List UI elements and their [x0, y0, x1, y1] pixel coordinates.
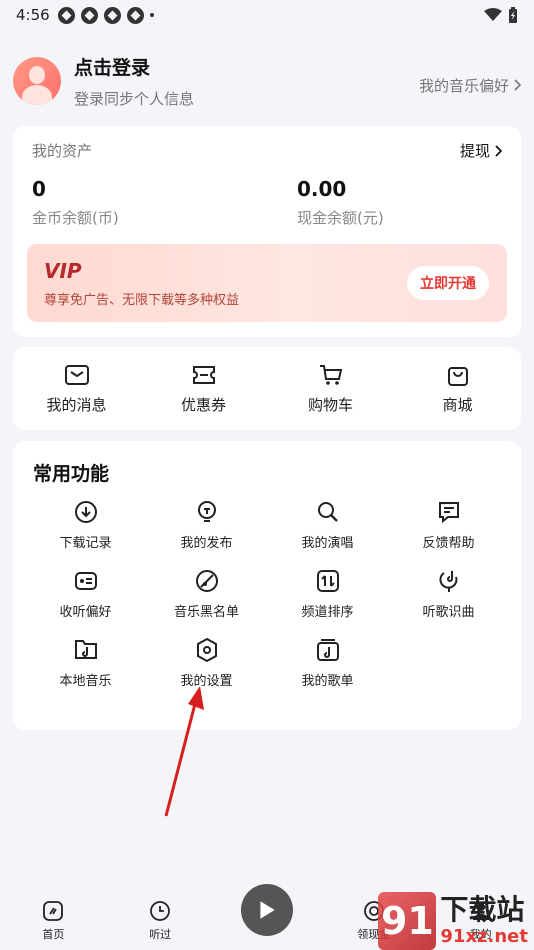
cash-value: 0.00 [297, 177, 347, 201]
open-vip-button[interactable]: 立即开通 [407, 266, 489, 300]
quick-item-label: 我的消息 [46, 396, 107, 414]
features-title: 常用功能 [33, 463, 110, 485]
chevron-right-icon [495, 144, 502, 157]
common-features-card: 常用功能 下载记录 我的发布 我的演唱 反馈帮助 收听偏好 音乐黑名单 频道排序 [13, 441, 521, 730]
withdraw-button[interactable]: 提现 [460, 140, 502, 161]
nav-label: 听过 [149, 928, 172, 941]
publish-icon [197, 501, 216, 522]
login-title[interactable]: 点击登录 [74, 53, 419, 80]
nav-play[interactable] [214, 884, 321, 942]
battery-icon [509, 7, 517, 23]
profile-header[interactable]: 点击登录 登录同步个人信息 我的音乐偏好 [0, 30, 534, 116]
quick-item-label: 商城 [442, 396, 473, 414]
local-music-icon [74, 640, 97, 659]
watermark-url: 91xz.net [440, 925, 528, 947]
settings-icon [196, 637, 217, 663]
nav-label: 首页 [42, 928, 65, 941]
history-icon [150, 901, 171, 921]
vip-subtitle: 尊享免广告、无限下载等多种权益 [44, 292, 240, 308]
login-subtitle: 登录同步个人信息 [74, 90, 195, 108]
coin-value: 0 [32, 177, 46, 201]
feature-feedback-help[interactable]: 反馈帮助 [388, 499, 509, 551]
coupon-icon [192, 366, 215, 384]
watermark-logo: 91 [378, 892, 437, 950]
feature-label: 频道排序 [301, 605, 354, 620]
cash-balance[interactable]: 0.00 现金余额(元) [237, 177, 502, 228]
playlist-icon [316, 639, 339, 661]
quick-item-label: 购物车 [307, 396, 353, 414]
app-notification-icon [57, 6, 75, 24]
feature-label: 听歌识曲 [422, 605, 475, 620]
cash-label: 现金余额(元) [297, 209, 384, 227]
feature-label: 我的演唱 [301, 536, 354, 551]
message-icon [64, 365, 89, 385]
quick-item-messages[interactable]: 我的消息 [13, 362, 140, 415]
avatar[interactable] [13, 57, 61, 105]
preference-icon [74, 572, 97, 590]
play-icon [260, 901, 275, 919]
blacklist-icon [195, 570, 218, 592]
quick-item-label: 优惠券 [180, 396, 226, 414]
withdraw-label: 提现 [459, 142, 490, 160]
app-notification-icon [103, 6, 121, 24]
feature-label: 收听偏好 [59, 605, 112, 620]
feature-music-blacklist[interactable]: 音乐黑名单 [146, 568, 267, 620]
nav-home[interactable]: 首页 [0, 900, 107, 942]
feedback-icon [438, 502, 459, 524]
assets-card: 我的资产 提现 0 金币余额(币) 0.00 现金余额(元) VIP 尊享免广告… [13, 126, 521, 337]
feature-my-publish[interactable]: 我的发布 [146, 499, 267, 551]
vip-title: VIP [44, 258, 82, 283]
feature-song-recognition[interactable]: 听歌识曲 [388, 568, 509, 620]
feature-my-singing[interactable]: 我的演唱 [267, 499, 388, 551]
app-notification-icon [126, 6, 144, 24]
music-preference-link[interactable]: 我的音乐偏好 [419, 75, 521, 96]
play-button[interactable] [240, 884, 293, 936]
feature-channel-sort[interactable]: 频道排序 [267, 568, 388, 620]
features-grid: 下载记录 我的发布 我的演唱 反馈帮助 收听偏好 音乐黑名单 频道排序 听歌识曲… [25, 499, 509, 689]
sort-icon [316, 570, 339, 592]
home-icon [43, 901, 64, 921]
status-time: 4:56 [16, 6, 50, 24]
feature-label: 本地音乐 [59, 674, 112, 689]
download-icon [74, 501, 97, 523]
coin-label: 金币余额(币) [32, 209, 119, 227]
shop-icon [447, 367, 468, 386]
feature-label: 我的发布 [180, 536, 233, 551]
nav-history[interactable]: 听过 [107, 900, 214, 942]
feature-listening-preference[interactable]: 收听偏好 [25, 568, 146, 620]
annotation-arrow [164, 686, 204, 817]
assets-label: 我的资产 [32, 142, 93, 160]
vip-banner[interactable]: VIP 尊享免广告、无限下载等多种权益 立即开通 [27, 244, 507, 322]
feature-local-music[interactable]: 本地音乐 [25, 637, 146, 689]
feature-label: 音乐黑名单 [173, 605, 239, 620]
coin-balance[interactable]: 0 金币余额(币) [32, 177, 237, 228]
watermark-title: 下载站 [440, 893, 525, 927]
feature-label: 我的歌单 [301, 674, 354, 689]
feature-label: 下载记录 [59, 536, 112, 551]
quick-actions: 我的消息 优惠券 购物车 商城 [13, 347, 521, 430]
feature-download-history[interactable]: 下载记录 [25, 499, 146, 551]
wifi-icon [484, 8, 502, 21]
sing-icon [317, 502, 338, 522]
quick-item-cart[interactable]: 购物车 [267, 362, 394, 415]
more-notifications-icon [149, 13, 154, 17]
app-notification-icon [80, 6, 98, 24]
music-preference-label: 我的音乐偏好 [418, 76, 509, 95]
notification-icons [57, 6, 154, 24]
quick-item-shop[interactable]: 商城 [394, 362, 521, 415]
feature-my-playlist[interactable]: 我的歌单 [267, 637, 388, 689]
chevron-right-icon [514, 79, 521, 91]
site-watermark: 91 下载站 91xz.net [378, 892, 528, 950]
cart-icon [319, 365, 342, 385]
feature-label: 反馈帮助 [422, 536, 475, 551]
quick-item-coupons[interactable]: 优惠券 [140, 362, 267, 415]
status-bar: 4:56 [0, 0, 534, 30]
recognize-icon [439, 571, 457, 592]
